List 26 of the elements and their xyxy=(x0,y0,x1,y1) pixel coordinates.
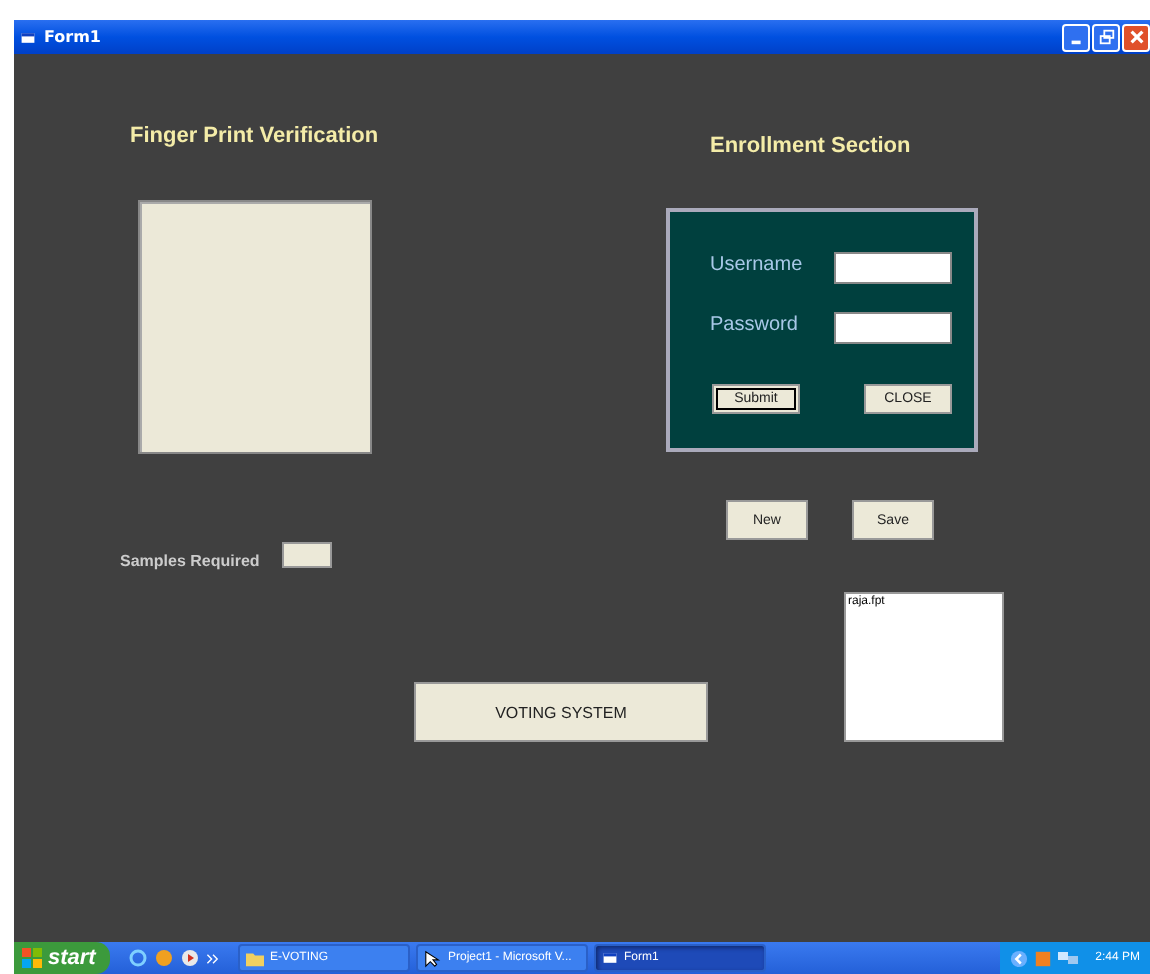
close-icon xyxy=(1127,28,1145,46)
samples-field[interactable] xyxy=(282,542,332,568)
form-icon xyxy=(20,29,36,45)
browser-icon[interactable] xyxy=(128,948,148,968)
input-field[interactable] xyxy=(834,252,952,284)
samples-label: Samples Required xyxy=(120,552,260,570)
window-title: Form1 xyxy=(44,28,101,46)
restore-button[interactable] xyxy=(1092,23,1120,51)
player-icon[interactable] xyxy=(180,948,200,968)
start-button[interactable]: start xyxy=(14,942,110,974)
windows-logo-icon xyxy=(22,948,42,968)
field-label: Username xyxy=(710,252,803,278)
input-field[interactable] xyxy=(834,312,952,344)
voting-system-button[interactable]: VOTING SYSTEM xyxy=(414,682,708,742)
close-button[interactable] xyxy=(1122,23,1150,51)
section-heading: Finger Print Verification xyxy=(130,124,379,148)
chevron-icon[interactable] xyxy=(206,951,220,965)
folder-icon xyxy=(246,949,264,967)
minimize-button[interactable] xyxy=(1062,23,1090,51)
field-label: Password xyxy=(710,312,798,338)
form-icon xyxy=(602,950,618,966)
section-heading: Enrollment Section xyxy=(710,134,911,158)
restore-icon xyxy=(1097,28,1115,46)
media-icon[interactable] xyxy=(154,948,174,968)
network-icon[interactable] xyxy=(1057,948,1078,968)
cursor-icon xyxy=(424,949,442,967)
